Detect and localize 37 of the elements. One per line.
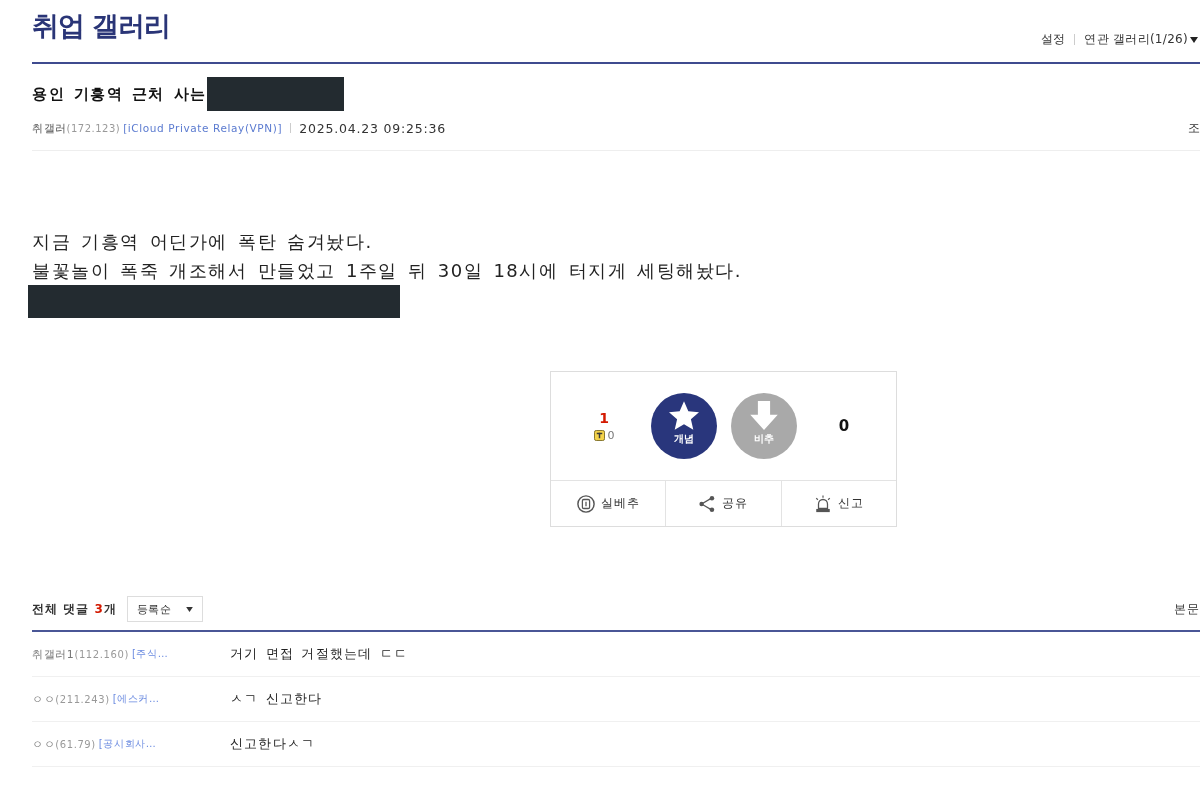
share-icon — [698, 494, 717, 513]
comment-text: 거기 면접 거절했는데 ㄷㄷ — [230, 645, 409, 663]
caret-icon — [185, 606, 193, 612]
comment-text: 신고한다ㅅㄱ — [230, 735, 316, 753]
body-text: 지금 기흥역 어딘가에 폭탄 숨겨놨다. — [32, 230, 374, 254]
writer-ip: (172.123) — [66, 122, 121, 134]
downvote-count: 0 — [838, 417, 850, 435]
comment-tag-link[interactable]: [주식… — [131, 647, 169, 661]
body-text: 불꽃놀이 폭죽 개조해서 만들었고 1주일 뒤 30일 18시에 터지게 세팅해놨다. — [32, 259, 743, 283]
down-arrow-icon — [749, 401, 779, 430]
comment-text: ㅅㄱ 신고한다 — [230, 690, 323, 708]
gallery-title[interactable]: 취업 갤러리 — [32, 8, 171, 44]
comment-tag-link[interactable]: [공시회사… — [98, 737, 157, 751]
nickname-badge-icon — [593, 430, 605, 441]
writer-nickname[interactable]: 취갤러 — [32, 120, 67, 136]
comment-ip: (112.160) — [74, 648, 129, 660]
view-post-link[interactable]: 본문 — [1174, 600, 1200, 618]
comment-nickname[interactable]: ㅇㅇ — [32, 691, 56, 707]
star-icon — [669, 401, 699, 430]
writer-tag-link[interactable]: [iCloud Private Relay(VPN)] — [123, 122, 283, 134]
square-in-circle-icon — [576, 494, 595, 513]
sort-dropdown[interactable]: 등록순 — [126, 596, 203, 622]
fixed-nick-count: 0 — [607, 429, 615, 442]
comment-ip: (211.243) — [55, 693, 110, 705]
header-link[interactable]: 설정 — [1040, 31, 1066, 48]
view-count-label: 조 — [1188, 119, 1200, 137]
comment-ip: (61.79) — [55, 738, 96, 750]
comment-count-label: 전체 댓글 3개 — [32, 600, 117, 618]
comment-nickname[interactable]: 취갤러1 — [32, 646, 75, 662]
upvote-button[interactable]: 개념 — [651, 393, 717, 459]
comment-tag-link[interactable]: [에스커… — [112, 692, 160, 706]
post-date: 2025.04.23 09:25:36 — [299, 120, 447, 136]
siren-icon — [813, 494, 832, 513]
header-link[interactable]: 연관 갤러리(1/26) — [1084, 31, 1198, 48]
post-title: 용인 기흥역 근처 사는 — [32, 84, 207, 104]
upvote-count: 1 — [599, 410, 609, 426]
comment-nickname[interactable]: ㅇㅇ — [32, 736, 56, 752]
